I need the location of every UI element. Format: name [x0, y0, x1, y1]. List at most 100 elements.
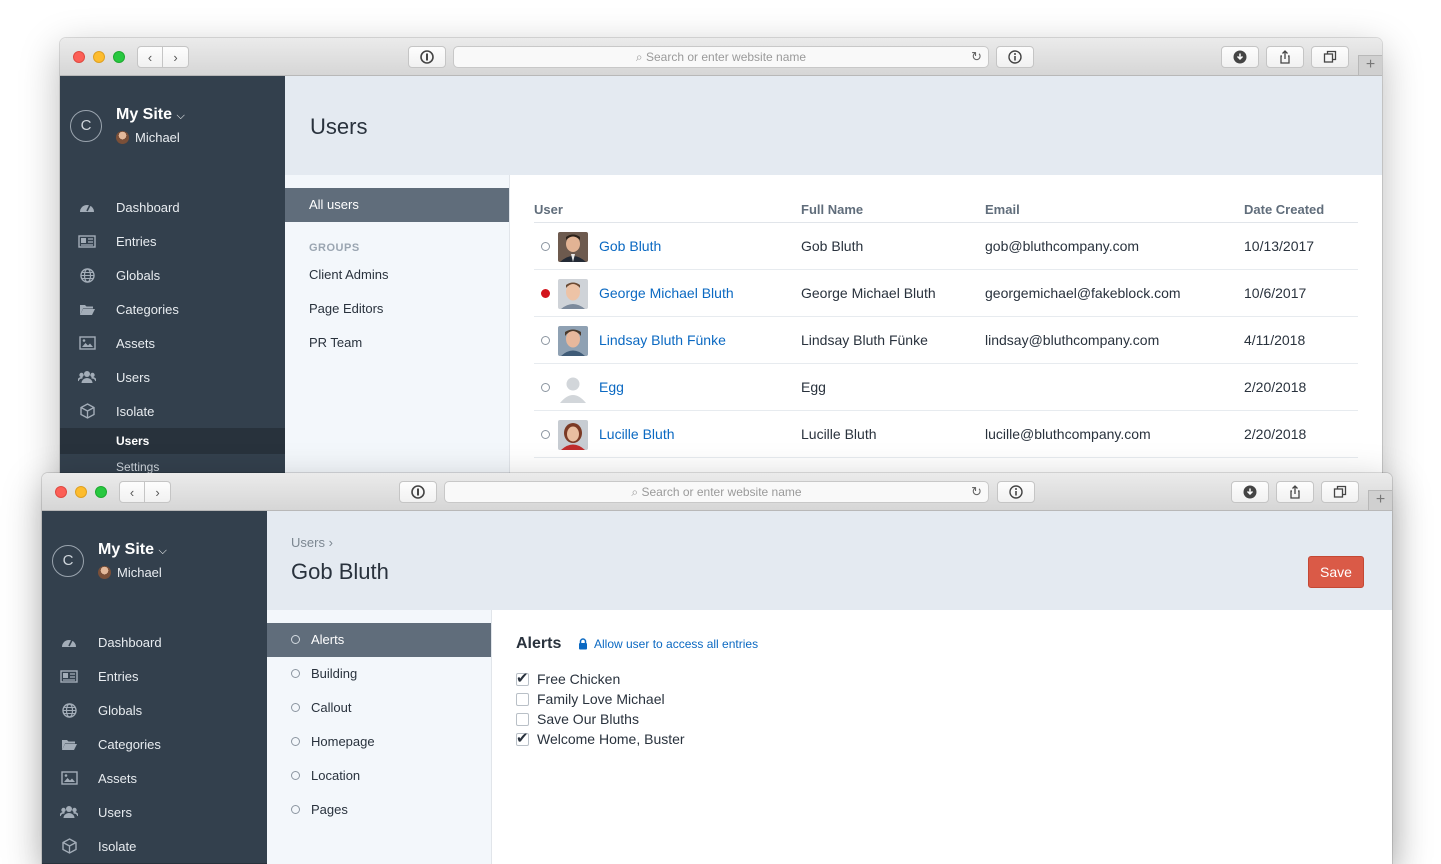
new-tab-button[interactable]: + [1368, 490, 1392, 510]
entry-checkbox-row[interactable]: ✔ Welcome Home, Buster [516, 729, 685, 749]
back-button[interactable]: ‹ [119, 481, 145, 503]
tabs-overview-button[interactable] [1321, 481, 1359, 503]
user-link[interactable]: Lucille Bluth [599, 426, 675, 442]
section-item-pages[interactable]: Pages [267, 793, 491, 827]
user-link[interactable]: Egg [599, 379, 624, 395]
tabs-overview-button[interactable] [1311, 46, 1349, 68]
status-indicator [541, 336, 550, 345]
account-menu[interactable]: Michael [98, 565, 162, 580]
nav-item-label: Isolate [116, 403, 155, 419]
source-group-client-admins[interactable]: Client Admins [285, 258, 509, 292]
address-bar[interactable]: ⌕ Search or enter website name ↻ [444, 481, 989, 503]
user-link[interactable]: Lindsay Bluth Fünke [599, 332, 726, 348]
reload-icon[interactable]: ↻ [971, 484, 982, 500]
minimize-window-button[interactable] [75, 486, 87, 498]
account-menu[interactable]: Michael [116, 130, 180, 145]
allow-all-entries-link[interactable]: Allow user to access all entries [578, 637, 758, 651]
zoom-window-button[interactable] [113, 51, 125, 63]
user-photo [558, 326, 588, 356]
nav-item-users[interactable]: Users [42, 795, 267, 829]
source-group-pr-team[interactable]: PR Team [285, 326, 509, 360]
section-item-alerts[interactable]: Alerts [267, 623, 491, 657]
nav-item-users[interactable]: Users [60, 360, 285, 394]
nav-item-assets[interactable]: Assets [60, 326, 285, 360]
column-header-full-name[interactable]: Full Name [801, 202, 863, 217]
site-switcher[interactable]: My Site ⌵ [98, 541, 167, 559]
section-item-label: Callout [311, 700, 352, 715]
section-item-label: Homepage [311, 734, 375, 749]
nav-item-globals[interactable]: Globals [42, 693, 267, 727]
zoom-window-button[interactable] [95, 486, 107, 498]
entry-checkbox[interactable]: ✔ [516, 730, 529, 747]
address-bar[interactable]: ⌕ Search or enter website name ↻ [453, 46, 989, 68]
nav-item-dashboard[interactable]: Dashboard [42, 625, 267, 659]
close-window-button[interactable] [73, 51, 85, 63]
nav-item-dashboard[interactable]: Dashboard [60, 190, 285, 224]
nav-item-entries[interactable]: Entries [42, 659, 267, 693]
nav-item-assets[interactable]: Assets [42, 761, 267, 795]
forward-button[interactable]: › [145, 481, 171, 503]
breadcrumb-users[interactable]: Users [291, 535, 325, 550]
nav-item-isolate[interactable]: Isolate [42, 829, 267, 863]
entry-checkbox[interactable] [516, 692, 529, 706]
info-button[interactable] [996, 46, 1034, 68]
info-button[interactable] [997, 481, 1035, 503]
chevron-down-icon: ⌵ [176, 110, 185, 122]
table-row[interactable]: George Michael Bluth George Michael Blut… [534, 270, 1358, 317]
minimize-window-button[interactable] [93, 51, 105, 63]
search-icon: ⌕ [635, 50, 643, 64]
password-manager-button[interactable] [399, 481, 437, 503]
nav-item-label: Users [116, 369, 150, 385]
source-group-page-editors[interactable]: Page Editors [285, 292, 509, 326]
section-item-location[interactable]: Location [267, 759, 491, 793]
new-tab-button[interactable]: + [1358, 55, 1382, 75]
section-item-homepage[interactable]: Homepage [267, 725, 491, 759]
close-window-button[interactable] [55, 486, 67, 498]
entry-checkbox-row[interactable]: Save Our Bluths [516, 709, 639, 729]
nav-item-categories[interactable]: Categories [42, 727, 267, 761]
column-header-email[interactable]: Email [985, 202, 1020, 217]
share-button[interactable] [1266, 46, 1304, 68]
password-manager-button[interactable] [408, 46, 446, 68]
entry-checkbox[interactable]: ✔ [516, 670, 529, 687]
table-row[interactable]: Lucille Bluth Lucille Bluth lucille@blut… [534, 411, 1358, 458]
nav-item-entries[interactable]: Entries [60, 224, 285, 258]
source-all-users[interactable]: All users [285, 188, 509, 222]
dashboard-icon [60, 634, 78, 650]
table-row[interactable]: Gob Bluth Gob Bluth gob@bluthcompany.com… [534, 223, 1358, 270]
nav-item-categories[interactable]: Categories [60, 292, 285, 326]
entry-checkbox[interactable] [516, 712, 529, 726]
user-link[interactable]: Gob Bluth [599, 238, 661, 254]
nav-item-globals[interactable]: Globals [60, 258, 285, 292]
full-name-cell: Lindsay Bluth Fünke [801, 332, 928, 348]
section-item-label: Location [311, 768, 361, 783]
entry-checkbox-row[interactable]: Family Love Michael [516, 689, 665, 709]
forward-button[interactable]: › [163, 46, 189, 68]
section-item-building[interactable]: Building [267, 657, 491, 691]
user-link[interactable]: George Michael Bluth [599, 285, 734, 301]
page-header: Users [285, 76, 1382, 175]
plus-icon: + [1375, 491, 1386, 508]
breadcrumb[interactable]: Users › [291, 535, 333, 550]
downloads-button[interactable] [1221, 46, 1259, 68]
traffic-lights [73, 51, 125, 63]
share-button[interactable] [1276, 481, 1314, 503]
section-item-callout[interactable]: Callout [267, 691, 491, 725]
nav-item-isolate[interactable]: Isolate [60, 394, 285, 428]
table-row[interactable]: Lindsay Bluth Fünke Lindsay Bluth Fünke … [534, 317, 1358, 364]
browser-window-edit-user: ‹ › ⌕ Search or enter website name ↻ + C… [42, 473, 1392, 864]
chevron-right-icon: › [173, 49, 178, 65]
site-switcher[interactable]: My Site ⌵ [116, 106, 185, 124]
save-button[interactable]: Save [1308, 556, 1364, 588]
column-header-date-created[interactable]: Date Created [1244, 202, 1324, 217]
entry-checkbox-row[interactable]: ✔ Free Chicken [516, 669, 620, 689]
reload-icon[interactable]: ↻ [971, 49, 982, 65]
table-row[interactable]: Egg Egg 2/20/2018 [534, 364, 1358, 411]
section-item-label: Alerts [311, 632, 345, 647]
column-header-user[interactable]: User [534, 202, 563, 217]
info-icon [1008, 50, 1022, 64]
nav-subitem-users[interactable]: Users [60, 428, 285, 454]
back-button[interactable]: ‹ [137, 46, 163, 68]
main-content: Users › Gob Bluth Save Alerts Building C… [267, 511, 1392, 864]
downloads-button[interactable] [1231, 481, 1269, 503]
